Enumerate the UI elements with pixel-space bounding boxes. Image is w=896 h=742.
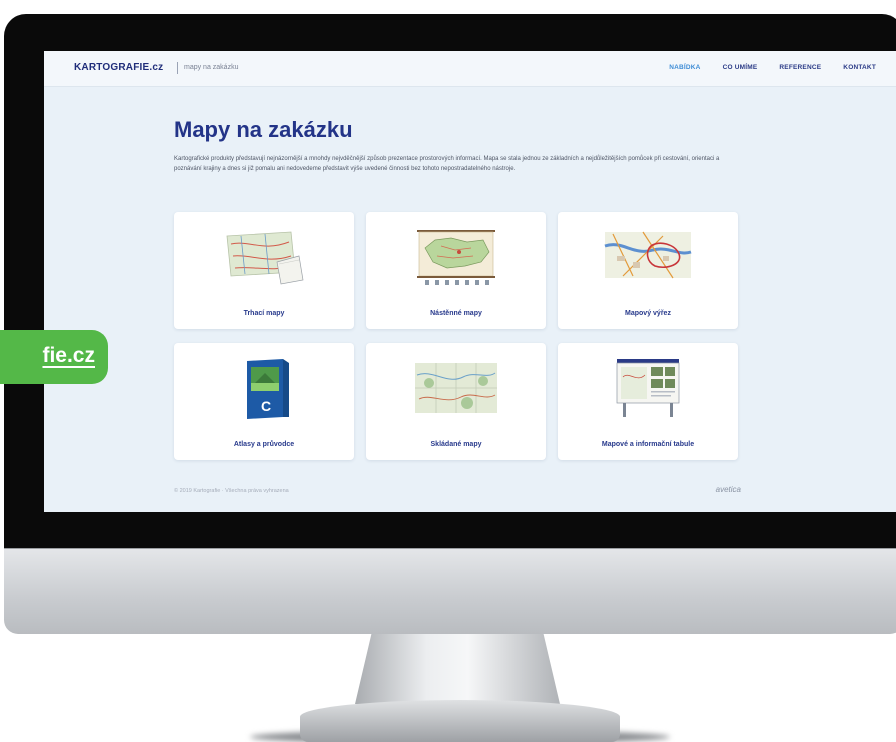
map-cutout-image [603,226,693,288]
stage: KARTOGRAFIE.cz mapy na zakázku NABÍDKA C… [0,0,896,742]
atlas-book-image: C [219,357,309,419]
monitor-stand-neck [355,634,560,704]
card-nastenne-mapy[interactable]: Nástěnné mapy [366,212,546,329]
card-label: Mapové a informační tabule [601,441,695,448]
main-nav: NABÍDKA CO UMÍME REFERENCE KONTAKT [669,64,876,71]
nav-item-reference[interactable]: REFERENCE [779,64,821,71]
page-title: Mapy na zakázku [174,117,353,142]
tear-off-map-image [219,226,309,288]
card-label: Trhací mapy [243,310,285,317]
card-informacni-tabule[interactable]: Mapové a informační tabule [558,343,738,460]
site-header: KARTOGRAFIE.cz mapy na zakázku NABÍDKA C… [44,51,896,87]
svg-text:C: C [261,398,271,414]
card-label: Skládané mapy [430,441,482,448]
site-logo[interactable]: KARTOGRAFIE.cz [74,62,163,73]
wall-map-image [411,226,501,288]
folded-map-image [411,357,501,419]
intro-text: Kartografické produkty představují nejná… [174,156,720,172]
monitor-stand-foot [300,700,620,742]
badge-link-text[interactable]: fie.cz [0,344,95,368]
footer-copyright: © 2019 Kartografie · Všechna práva vyhra… [174,488,289,494]
monitor-chin [4,548,896,634]
footer-credit[interactable]: avetica [716,485,741,494]
info-board-image [603,357,693,419]
nav-item-kontakt[interactable]: KONTAKT [843,64,876,71]
nav-item-nabidka[interactable]: NABÍDKA [669,64,700,71]
site-badge[interactable]: fie.cz [0,330,108,384]
card-label: Mapový výřez [625,310,671,317]
header-divider [177,62,178,74]
card-atlasy-a-pruvodce[interactable]: C Atlasy a průvodce [174,343,354,460]
nav-item-co-umime[interactable]: CO UMÍME [723,64,758,71]
card-label: Nástěnné mapy [430,310,482,317]
card-trhaci-mapy[interactable]: Trhací mapy [174,212,354,329]
monitor-screen: KARTOGRAFIE.cz mapy na zakázku NABÍDKA C… [44,51,896,512]
card-mapovy-vyrez[interactable]: Mapový výřez [558,212,738,329]
card-label: Atlasy a průvodce [233,441,295,448]
card-skladane-mapy[interactable]: Skládané mapy [366,343,546,460]
site-tagline: mapy na zakázku [184,64,239,71]
